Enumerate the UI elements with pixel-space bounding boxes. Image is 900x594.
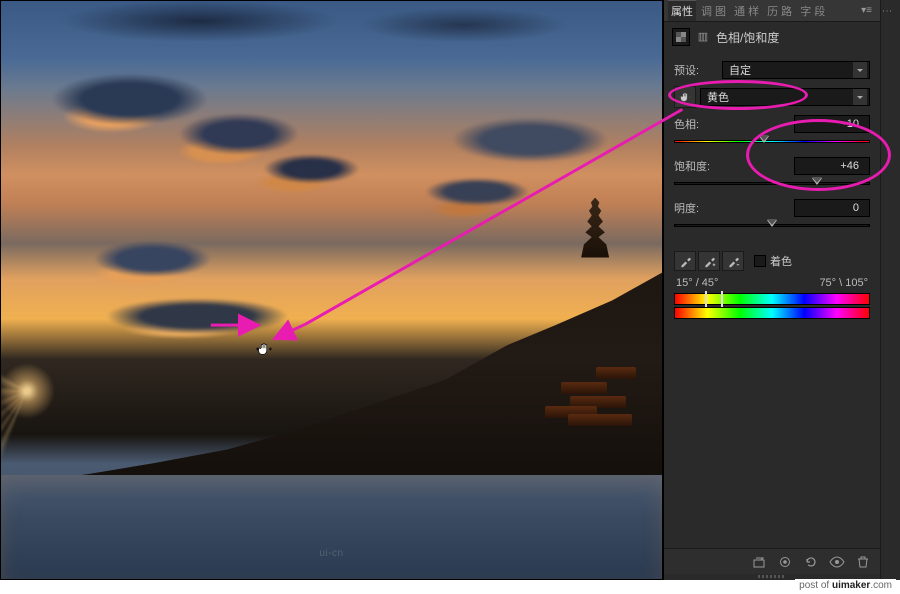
saturation-label: 饱和度:: [674, 158, 726, 174]
scrubby-hand-cursor: [255, 340, 273, 358]
hue-sat-icon: [672, 28, 690, 46]
reset-icon[interactable]: [800, 553, 822, 571]
visibility-icon[interactable]: [826, 553, 848, 571]
adjustment-header: ▥ 色相/饱和度: [664, 22, 880, 52]
chevron-down-icon: [853, 89, 867, 105]
photo-region: [1, 1, 662, 41]
lightness-input[interactable]: [801, 202, 859, 214]
panel-flyout-menu[interactable]: ▾≡: [857, 5, 876, 16]
colorize-checkbox[interactable]: [754, 255, 766, 267]
annotation-circle: [668, 80, 808, 110]
panel-tab-bar: 属性 调 图 通 样 历 路 字 段 ▾≡: [664, 0, 880, 22]
tab-properties[interactable]: 属性: [668, 0, 696, 21]
watermark-center: ui-cn: [319, 548, 343, 559]
preset-select[interactable]: 自定: [722, 61, 870, 79]
watermark-bottom-right: post of uimaker.com: [795, 579, 896, 592]
slider-thumb[interactable]: [767, 220, 777, 232]
panel-collapse-strip[interactable]: ⋮: [880, 0, 900, 580]
panel-footer: [664, 548, 880, 574]
lightness-slider[interactable]: [674, 221, 870, 231]
tab-adjustments[interactable]: 调 图: [698, 1, 729, 21]
tab-paragraph[interactable]: 字 段: [797, 1, 828, 21]
output-spectrum: [674, 307, 870, 319]
photo-region: [507, 359, 639, 440]
photo-region: [1, 319, 146, 464]
hue-label: 色相:: [674, 116, 726, 132]
eyedropper-subtract[interactable]: [722, 251, 744, 271]
mask-link-icon[interactable]: ▥: [696, 28, 710, 46]
tab-channels[interactable]: 通 样: [731, 1, 762, 21]
tab-history[interactable]: 历 路: [764, 1, 795, 21]
lightness-label: 明度:: [674, 200, 726, 216]
colorize-label: 着色: [770, 253, 792, 269]
adjustment-title: 色相/饱和度: [716, 29, 779, 46]
range-left: 15° / 45°: [676, 277, 718, 289]
trash-icon[interactable]: [852, 553, 874, 571]
photo-region: [398, 88, 662, 261]
document-canvas[interactable]: ui-cn: [1, 1, 662, 579]
range-right: 75° \ 105°: [819, 277, 868, 289]
eyedropper-set[interactable]: [674, 251, 696, 271]
annotation-circle: [746, 119, 891, 191]
app-window: ui-cn ⋮ 属性 调 图 通 样 历 路 字 段 ▾≡ ▥ 色相/饱和度: [0, 0, 900, 580]
color-range-slider[interactable]: [674, 293, 870, 305]
preset-value: 自定: [729, 62, 751, 78]
clip-to-layer-icon[interactable]: [748, 553, 770, 571]
preset-label: 预设:: [674, 62, 722, 78]
photo-region: [21, 47, 385, 220]
photo-region: [1, 475, 662, 579]
lightness-value-field[interactable]: [794, 199, 870, 217]
view-previous-icon[interactable]: [774, 553, 796, 571]
properties-panel: ⋮ 属性 调 图 通 样 历 路 字 段 ▾≡ ▥ 色相/饱和度 预设: 自定: [663, 0, 900, 580]
eyedropper-add[interactable]: [698, 251, 720, 271]
chevron-down-icon: [853, 62, 867, 78]
